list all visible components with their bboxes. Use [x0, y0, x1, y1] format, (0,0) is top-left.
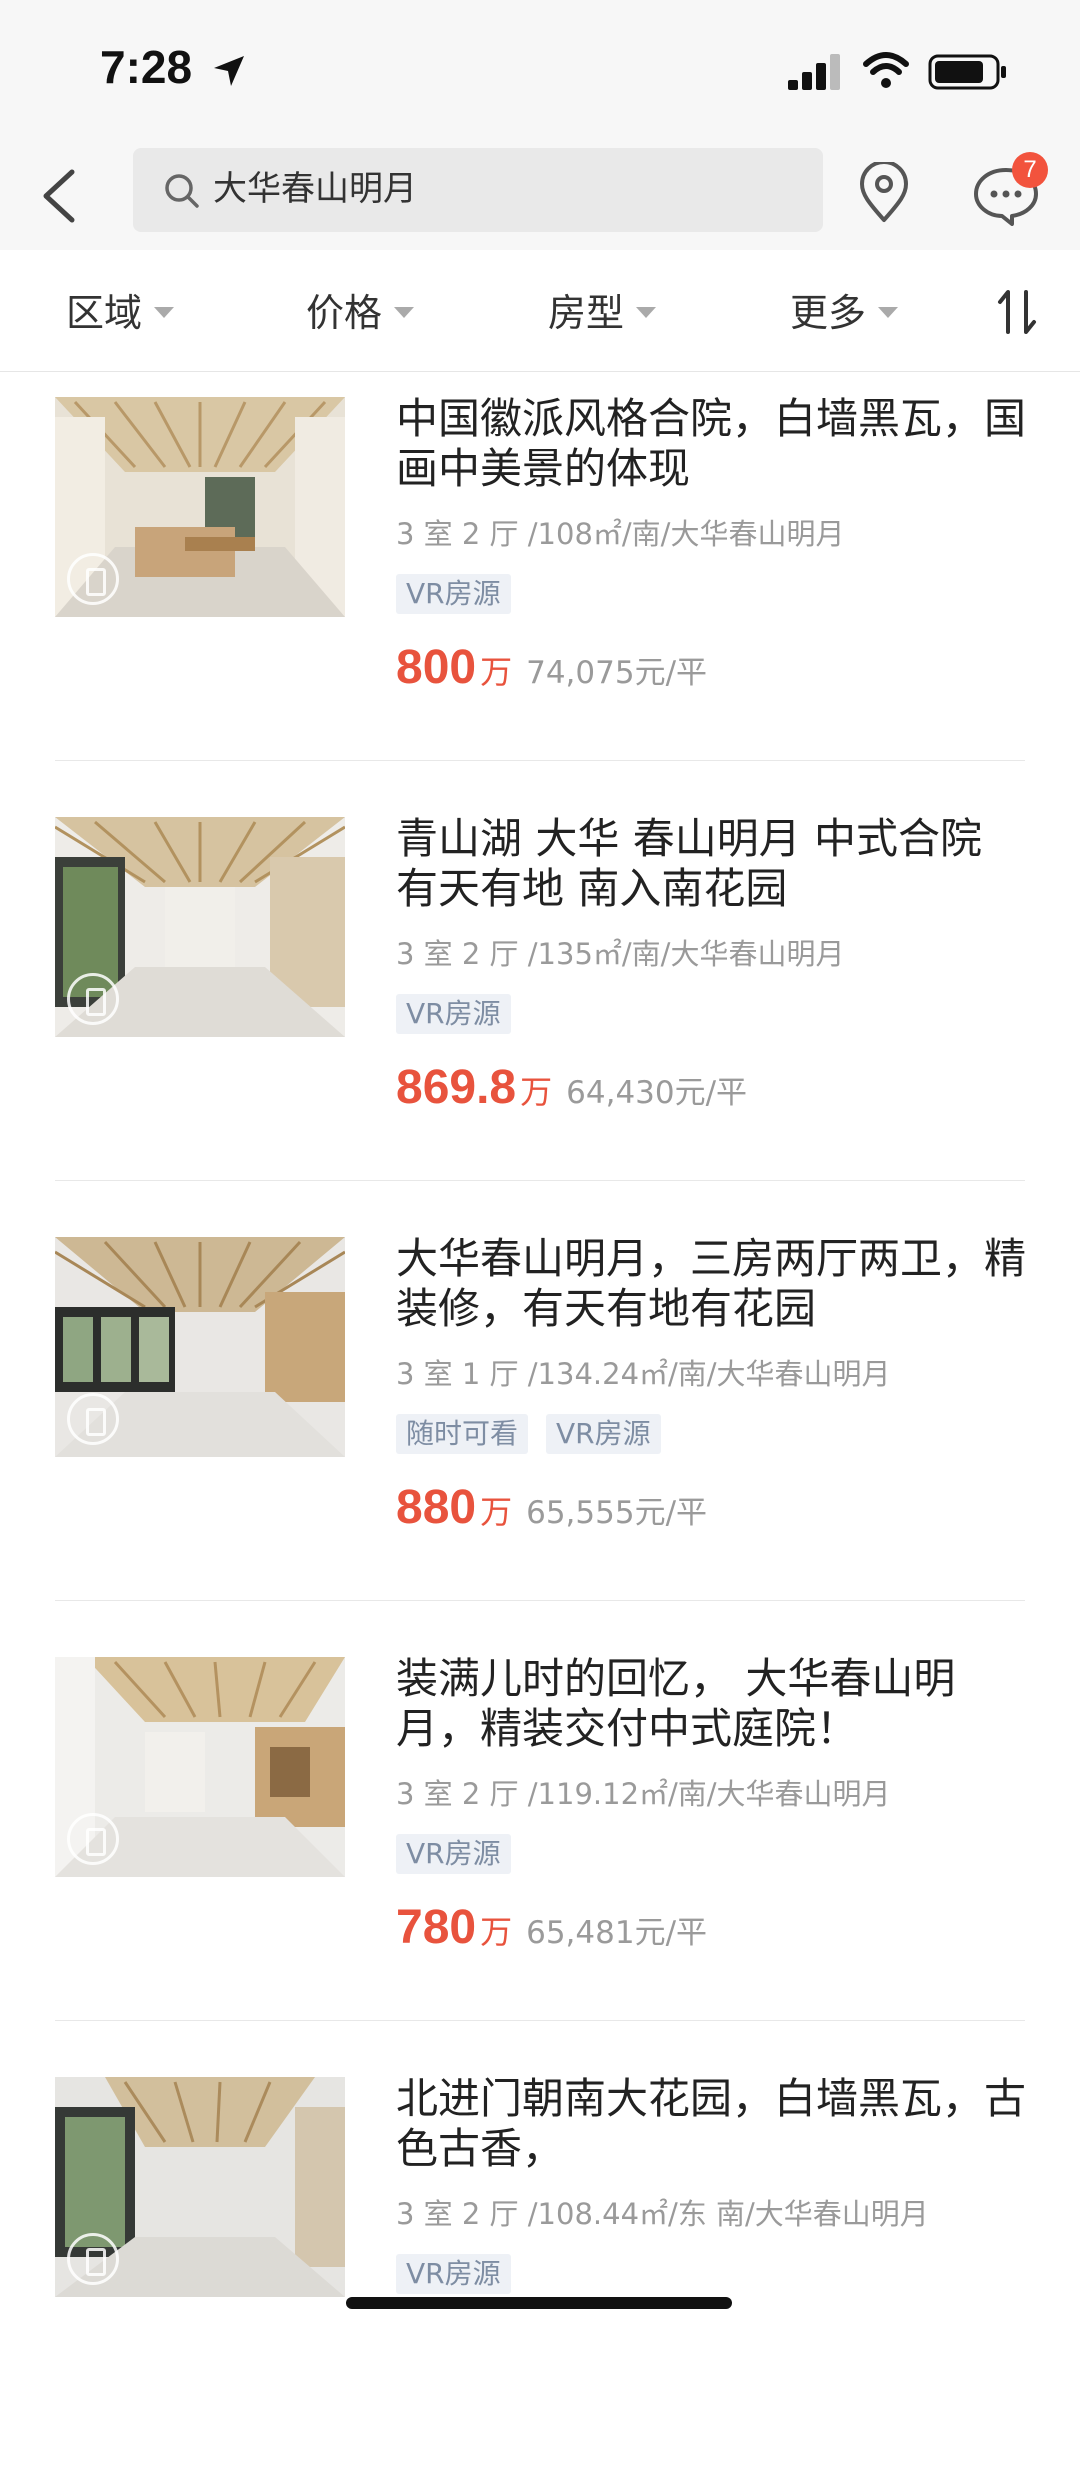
vr-icon — [67, 1393, 119, 1445]
filter-area-label: 区域 — [66, 291, 143, 335]
listing-card[interactable]: 大华春山明月，三房两厅两卫，精装修，有天有地有花园 3 室 1 厅 /134.2… — [0, 1212, 1080, 1632]
listing-card[interactable]: 青山湖 大华 春山明月 中式合院 有天有地 南入南花园 3 室 2 厅 /135… — [0, 792, 1080, 1212]
price-unit: 万 — [480, 1493, 513, 1531]
divider — [55, 1600, 1025, 1601]
dropdown-icon — [154, 307, 175, 318]
price-unit: 万 — [520, 1073, 553, 1111]
unit-price: 74,075元/平 — [526, 655, 708, 691]
price-value: 800 — [396, 641, 477, 694]
status-bar: 7:28 — [0, 0, 1080, 140]
vr-icon — [67, 2233, 119, 2285]
filter-more-label: 更多 — [790, 291, 867, 335]
listing-price: 880 万 65,555元/平 — [396, 1480, 707, 1546]
dropdown-icon — [394, 307, 415, 318]
vr-icon — [67, 553, 119, 605]
back-icon[interactable] — [36, 168, 80, 224]
listing-tags: 随时可看 VR房源 — [396, 1414, 679, 1454]
listing-meta: 3 室 2 厅 /108.44㎡/东 南/大华春山明月 — [396, 2197, 929, 2231]
listing-title: 青山湖 大华 春山明月 中式合院 有天有地 南入南花园 — [396, 814, 983, 913]
divider — [55, 760, 1025, 761]
price-value: 780 — [396, 1901, 477, 1954]
tag-vr: VR房源 — [546, 1414, 661, 1454]
listing-meta: 3 室 2 厅 /119.12㎡/南/大华春山明月 — [396, 1777, 891, 1811]
listing-tags: VR房源 — [396, 574, 529, 614]
filter-price[interactable]: 价格 — [306, 288, 415, 338]
dropdown-icon — [636, 307, 657, 318]
listing-photo — [55, 1237, 345, 1457]
listing-card[interactable]: 北进门朝南大花园，白墙黑瓦，古色古香， 3 室 2 厅 /108.44㎡/东 南… — [0, 2052, 1080, 2472]
price-unit: 万 — [480, 1913, 513, 1951]
tag-vr: VR房源 — [396, 574, 511, 614]
listing-title: 大华春山明月，三房两厅两卫，精装修，有天有地有花园 — [396, 1234, 1027, 1333]
filter-area[interactable]: 区域 — [66, 288, 175, 338]
listing-price: 800 万 74,075元/平 — [396, 640, 707, 706]
tag-vr: VR房源 — [396, 994, 511, 1034]
location-arrow-icon — [214, 56, 244, 86]
search-input[interactable]: 大华春山明月 — [133, 148, 823, 232]
unit-price: 65,481元/平 — [526, 1915, 708, 1951]
filter-bar: 区域 价格 房型 更多 — [0, 250, 1080, 372]
price-unit: 万 — [480, 653, 513, 691]
listing-price: 780 万 65,481元/平 — [396, 1900, 707, 1966]
signal-icon — [788, 54, 840, 90]
vr-icon — [67, 1813, 119, 1865]
home-indicator — [346, 2297, 732, 2309]
map-pin-icon[interactable] — [856, 162, 912, 224]
listing-card[interactable]: 装满儿时的回忆， 大华春山明月，精装交付中式庭院！ 3 室 2 厅 /119.1… — [0, 1632, 1080, 2052]
tag-anytime: 随时可看 — [396, 1414, 529, 1454]
listing-meta: 3 室 2 厅 /135㎡/南/大华春山明月 — [396, 937, 845, 971]
unit-price: 65,555元/平 — [526, 1495, 708, 1531]
battery-icon — [928, 54, 1006, 90]
price-value: 880 — [396, 1481, 477, 1534]
divider — [55, 2020, 1025, 2021]
tag-vr: VR房源 — [396, 1834, 511, 1874]
message-badge: 7 — [1012, 152, 1048, 188]
search-query: 大华春山明月 — [213, 169, 417, 209]
listing-tags: VR房源 — [396, 994, 529, 1034]
listing-meta: 3 室 1 厅 /134.24㎡/南/大华春山明月 — [396, 1357, 891, 1391]
filter-layout-label: 房型 — [548, 291, 625, 335]
listing-meta: 3 室 2 厅 /108㎡/南/大华春山明月 — [396, 517, 845, 551]
listing-tags: VR房源 — [396, 1834, 529, 1874]
listing-photo — [55, 2077, 345, 2297]
divider — [55, 1180, 1025, 1181]
listing-card[interactable]: 中国徽派风格合院，白墙黑瓦，国画中美景的体现 3 室 2 厅 /108㎡/南/大… — [0, 372, 1080, 792]
listing-tags: VR房源 — [396, 2254, 529, 2294]
unit-price: 64,430元/平 — [566, 1075, 748, 1111]
wifi-icon — [863, 52, 909, 88]
tag-vr: VR房源 — [396, 2254, 511, 2294]
search-row: 大华春山明月 7 — [0, 140, 1080, 250]
dropdown-icon — [878, 307, 899, 318]
filter-price-label: 价格 — [306, 291, 383, 335]
price-value: 869.8 — [396, 1061, 517, 1114]
listing-photo — [55, 1657, 345, 1877]
listing-title: 中国徽派风格合院，白墙黑瓦，国画中美景的体现 — [396, 394, 1027, 493]
listing-photo — [55, 397, 345, 617]
listing-title: 北进门朝南大花园，白墙黑瓦，古色古香， — [396, 2074, 1027, 2173]
listing-photo — [55, 817, 345, 1037]
sort-icon[interactable] — [996, 286, 1040, 338]
vr-icon — [67, 973, 119, 1025]
search-icon — [165, 174, 199, 208]
listing-price: 869.8 万 64,430元/平 — [396, 1060, 747, 1126]
top-bar: 7:28 大华春山明月 7 区域 价格 房型 更多 — [0, 0, 1080, 372]
listing-title: 装满儿时的回忆， 大华春山明月，精装交付中式庭院！ — [396, 1654, 956, 1753]
status-time: 7:28 — [100, 41, 193, 93]
filter-more[interactable]: 更多 — [790, 288, 899, 338]
filter-layout[interactable]: 房型 — [548, 288, 657, 338]
